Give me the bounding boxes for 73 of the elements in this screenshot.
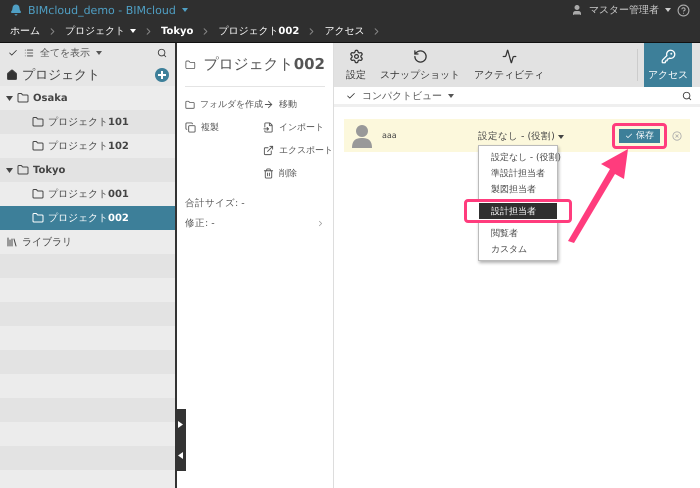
activity-icon (502, 48, 516, 64)
menu-item[interactable]: カスタム (479, 241, 557, 257)
menu-item[interactable]: 設計担当者 (479, 203, 557, 219)
caret-icon (96, 51, 102, 55)
breadcrumb-link[interactable]: プロジェクト (65, 24, 136, 38)
avatar-icon (352, 124, 372, 148)
tree-item[interactable]: プロジェクト002 (0, 206, 175, 230)
copy-icon (185, 122, 196, 133)
caret-icon (130, 29, 136, 33)
action-link[interactable]: エクスポート (263, 139, 333, 162)
toolbar-tab[interactable]: スナップショット (376, 43, 464, 87)
breadcrumb-link[interactable]: ホーム (10, 24, 40, 38)
info-text: 修正: - (185, 216, 215, 230)
info-text: 合計サイズ: - (185, 196, 245, 210)
caret-icon (665, 8, 671, 12)
tree-item[interactable]: Osaka (0, 86, 175, 110)
user-menu[interactable]: マスター管理者 (589, 3, 659, 17)
key-icon (660, 48, 676, 64)
import-icon (263, 122, 274, 133)
caret-icon[interactable] (6, 166, 13, 174)
app-title[interactable]: BIMcloud_demo - BIMcloud (28, 4, 176, 16)
action-link[interactable]: 複製 (185, 116, 263, 139)
projects-header: プロジェクト (22, 66, 100, 84)
user-icon (571, 4, 583, 16)
action-link[interactable]: インポート (263, 116, 333, 139)
toolbar-tab[interactable]: アクセス (644, 43, 692, 87)
toolbar-tab[interactable]: アクティビティ (470, 43, 548, 87)
role-dropdown[interactable]: 設定なし - (役割) (478, 130, 564, 143)
folder-icon (32, 140, 44, 152)
search-icon (682, 90, 692, 100)
arrow-icon (263, 99, 274, 110)
trash-icon (263, 168, 274, 179)
toolbar-tab[interactable]: 設定 (342, 43, 370, 87)
action-link[interactable]: フォルダを作成 (185, 93, 263, 116)
library-icon (6, 236, 18, 248)
check-icon (346, 90, 356, 100)
breadcrumb-link[interactable]: プロジェクト002 (218, 24, 300, 38)
folder-icon (32, 188, 44, 200)
menu-item[interactable]: 製図担当者 (479, 181, 557, 197)
breadcrumb-link[interactable]: Tokyo (161, 26, 194, 36)
filter-dropdown[interactable]: 全てを表示 (40, 46, 90, 60)
save-button[interactable]: 保存 (619, 128, 660, 142)
home-icon (6, 68, 18, 80)
search-icon (157, 48, 167, 58)
bell-icon (10, 4, 22, 16)
tree-item[interactable]: プロジェクト001 (0, 182, 175, 206)
folder-icon (32, 212, 44, 224)
chevron-icon (316, 218, 325, 228)
check-icon (625, 132, 633, 140)
remove-icon (672, 130, 682, 140)
user-name: aaa (382, 131, 398, 140)
gear-icon (348, 48, 364, 64)
caret-icon (558, 134, 564, 138)
folder-icon (17, 164, 29, 176)
history-icon (412, 48, 428, 64)
caret-icon (448, 94, 454, 98)
action-link[interactable]: 削除 (263, 162, 333, 185)
caret-icon[interactable] (6, 94, 13, 102)
menu-item[interactable]: 準設計担当者 (479, 165, 557, 181)
export-icon (263, 145, 274, 156)
action-link[interactable]: 移動 (263, 93, 333, 116)
add-icon[interactable] (155, 68, 169, 82)
check-icon (8, 48, 18, 58)
menu-item[interactable]: 閲覧者 (479, 225, 557, 241)
folder-icon (185, 98, 195, 110)
caret-icon (182, 8, 188, 12)
view-dropdown[interactable]: コンパクトビュー (362, 88, 442, 102)
list-icon (24, 48, 34, 58)
tree-item[interactable]: ライブラリ (0, 230, 175, 254)
folder-icon (17, 92, 29, 104)
breadcrumb-link[interactable]: アクセス (324, 24, 364, 38)
help-icon (677, 4, 690, 16)
folder-icon (32, 116, 44, 128)
